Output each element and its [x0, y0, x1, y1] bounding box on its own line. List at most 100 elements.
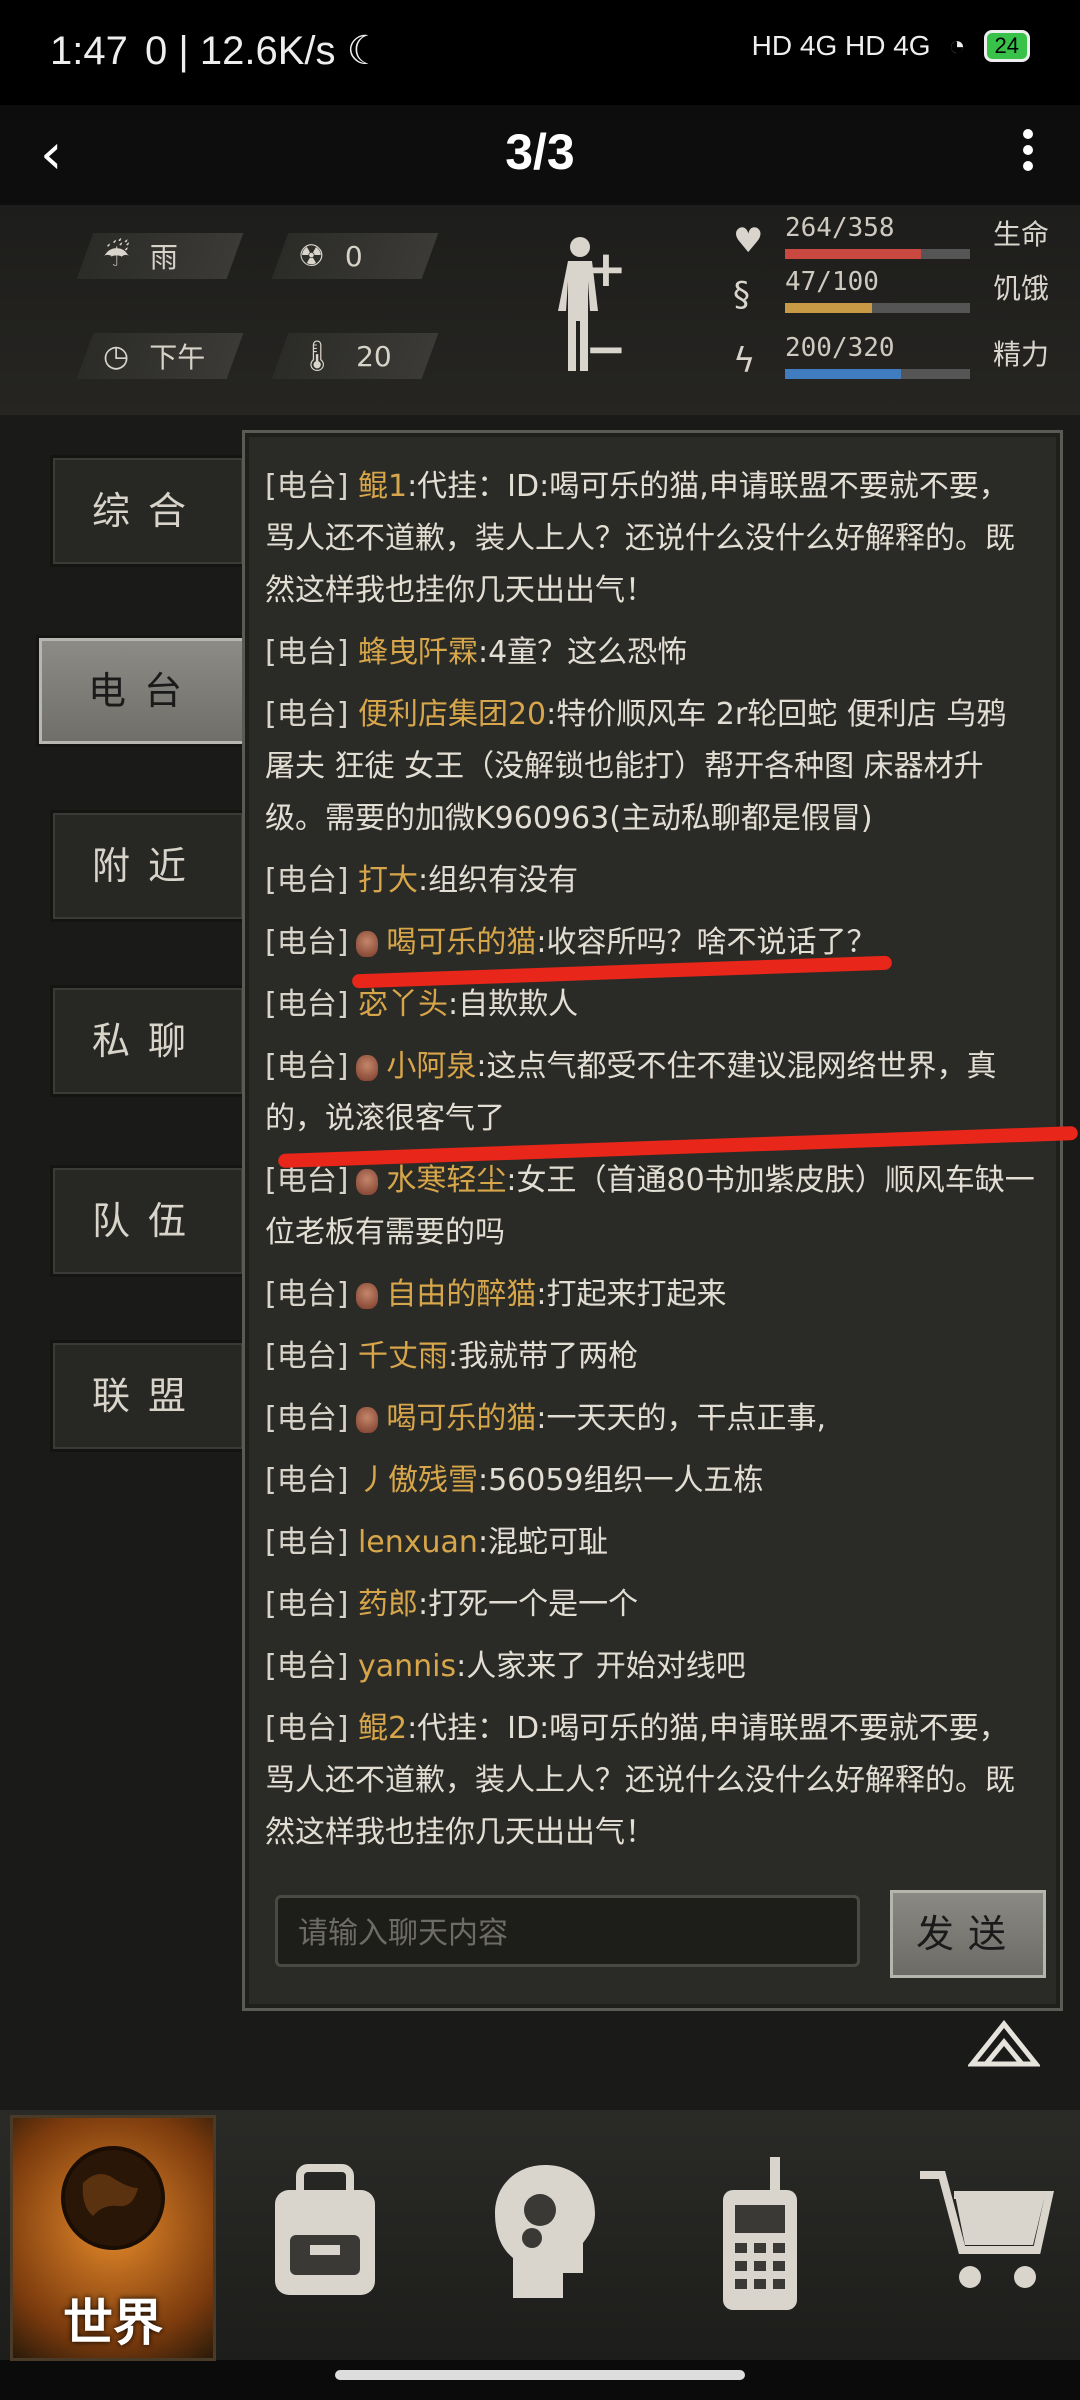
sender-name[interactable]: lenxuan [358, 1525, 478, 1560]
channel-tag: [电台] [265, 469, 349, 504]
plus-icon[interactable]: + [585, 240, 627, 298]
hunger-value: 47/100 [785, 267, 879, 297]
channel-tag: [电台] [265, 1339, 349, 1374]
message-text: :56059组织一人五栋 [477, 1463, 764, 1498]
more-options-icon[interactable] [1016, 123, 1040, 187]
thermometer-icon: 🌡 [298, 338, 337, 374]
wifi-icon: ◔ [948, 30, 966, 61]
energy-stat: ϟ 200/320 精力 [725, 333, 1055, 389]
sender-name[interactable]: 鲲2 [358, 1711, 407, 1746]
sender-name[interactable]: 丿傲残雪 [358, 1463, 478, 1498]
tab-radio[interactable]: 电台 [36, 635, 252, 747]
sender-name[interactable]: 喝可乐的猫 [386, 1401, 536, 1436]
channel-tag: [电台] [265, 697, 349, 732]
sender-name[interactable]: 喝可乐的猫 [386, 925, 536, 960]
sender-name[interactable]: 千丈雨 [358, 1339, 448, 1374]
stomach-icon: § [733, 275, 750, 315]
weather-text: 雨 [149, 241, 178, 274]
chat-message: [电台] 鲲1:代挂：ID:喝可乐的猫,申请联盟不要就不要，骂人还不道歉，装人上… [265, 461, 1035, 617]
chat-message: [电台] yannis:人家来了 开始对线吧 [265, 1641, 1035, 1693]
channel-tag: [电台] [265, 987, 349, 1022]
message-text: :我就带了两枪 [447, 1339, 639, 1374]
backpack-icon[interactable] [265, 2160, 385, 2300]
world-button[interactable]: 世界 [10, 2115, 216, 2361]
channel-tag: [电台] [265, 1587, 349, 1622]
avatar-badge-icon [356, 1168, 379, 1195]
chat-message: [电台] 喝可乐的猫:一天天的，干点正事, [265, 1393, 1035, 1445]
channel-tag: [电台] [265, 635, 349, 670]
tab-private-chat[interactable]: 私聊 [50, 985, 246, 1097]
minus-icon[interactable]: − [585, 320, 627, 378]
top-nav: ‹ 3/3 [0, 105, 1080, 205]
health-label: 生命 [993, 218, 1050, 251]
channel-tag: [电台] [265, 1525, 349, 1560]
shop-cart-icon[interactable] [915, 2165, 1055, 2295]
avatar-badge-icon [356, 1282, 379, 1309]
sender-name[interactable]: yannis [358, 1649, 456, 1684]
send-button[interactable]: 发送 [890, 1890, 1046, 1978]
message-text: :4童？这么恐怖 [477, 635, 688, 670]
sender-name[interactable]: 打大 [358, 863, 418, 898]
channel-tag: [电台] [265, 863, 349, 898]
sender-name[interactable]: 蜂曳阡霖 [358, 635, 478, 670]
time-of-day: 下午 [149, 341, 206, 374]
message-text: :自欺欺人 [447, 987, 579, 1022]
signal-labels: HD 4G HD 4G [751, 30, 931, 61]
message-text: :一天天的，干点正事, [536, 1401, 827, 1436]
tab-nearby[interactable]: 附近 [50, 810, 246, 922]
energy-label: 精力 [993, 338, 1050, 371]
time-cell: ◷ 下午 [76, 333, 244, 379]
chat-message: [电台] 便利店集团20:特价顺风车 2r轮回蛇 便利店 乌鸦 屠夫 狂徒 女王… [265, 689, 1035, 845]
sender-name[interactable]: 宓丫头 [358, 987, 448, 1022]
health-bar [785, 249, 922, 259]
message-text: :组织有没有 [417, 863, 579, 898]
energy-value: 200/320 [785, 333, 895, 363]
skills-head-icon[interactable] [490, 2160, 600, 2310]
tab-team[interactable]: 队伍 [50, 1165, 246, 1277]
chat-message: [电台] lenxuan:混蛇可耻 [265, 1517, 1035, 1569]
rain-cloud-icon: ☔ [103, 238, 130, 274]
status-indicators: HD 4G HD 4G ◔ 24 [752, 30, 1030, 62]
clock-icon: ◷ [103, 338, 130, 374]
weather-cell: ☔ 雨 [76, 233, 244, 279]
sender-name[interactable]: 水寒轻尘 [386, 1163, 506, 1198]
energy-bar [785, 369, 901, 379]
moon-icon: ☾ [346, 29, 383, 73]
battery-icon: 24 [983, 30, 1030, 62]
home-indicator[interactable] [335, 2370, 745, 2380]
channel-tag: [电台] [265, 1401, 349, 1436]
heart-pulse-icon: ♥ [733, 221, 764, 261]
world-label: 世界 [63, 2294, 163, 2352]
channel-tag: [电台] [265, 1277, 349, 1312]
hunger-stat: § 47/100 饥饿 [725, 267, 1055, 323]
message-text: :人家来了 开始对线吧 [456, 1649, 746, 1684]
chat-message: [电台] 丿傲残雪:56059组织一人五栋 [265, 1455, 1035, 1507]
message-text: :混蛇可耻 [477, 1525, 609, 1560]
network-speed: 0 | 12.6K/s [144, 29, 336, 73]
tab-general[interactable]: 综合 [50, 455, 246, 567]
temperature-value: 20 [356, 339, 392, 373]
chat-message: [电台] 打大:组织有没有 [265, 855, 1035, 907]
hunger-label: 饥饿 [993, 272, 1050, 305]
sender-name[interactable]: 小阿泉 [386, 1049, 476, 1084]
radio-icon[interactable] [715, 2155, 805, 2315]
health-stat: ♥ 264/358 生命 [725, 213, 1055, 269]
radiation-value: 0 [344, 239, 363, 273]
radiation-cell: ☢ 0 [271, 233, 439, 279]
chat-message: [电台] 水寒轻尘:女王（首通80书加紫皮肤）顺风车缺一位老板有需要的吗 [265, 1155, 1035, 1259]
chat-input[interactable]: 请输入聊天内容 [275, 1895, 860, 1967]
channel-tag: [电台] [265, 1163, 349, 1198]
brain-icon: ϟ [733, 341, 756, 381]
channel-tag: [电台] [265, 1649, 349, 1684]
chat-message: [电台] 自由的醉猫:打起来打起来 [265, 1269, 1035, 1321]
sender-name[interactable]: 鲲1 [358, 469, 407, 504]
sender-name[interactable]: 自由的醉猫 [386, 1277, 536, 1312]
sender-name[interactable]: 便利店集团20 [358, 697, 546, 732]
chat-panel: [电台] 鲲1:代挂：ID:喝可乐的猫,申请联盟不要就不要，骂人还不道歉，装人上… [242, 430, 1063, 2011]
tab-alliance[interactable]: 联盟 [50, 1340, 246, 1452]
globe-icon [61, 2146, 165, 2250]
avatar-badge-icon [356, 930, 379, 957]
status-time: 1:47 0 | 12.6K/s ☾ [50, 29, 383, 73]
collapse-chevron-icon[interactable] [968, 2018, 1040, 2068]
sender-name[interactable]: 药郎 [358, 1587, 418, 1622]
